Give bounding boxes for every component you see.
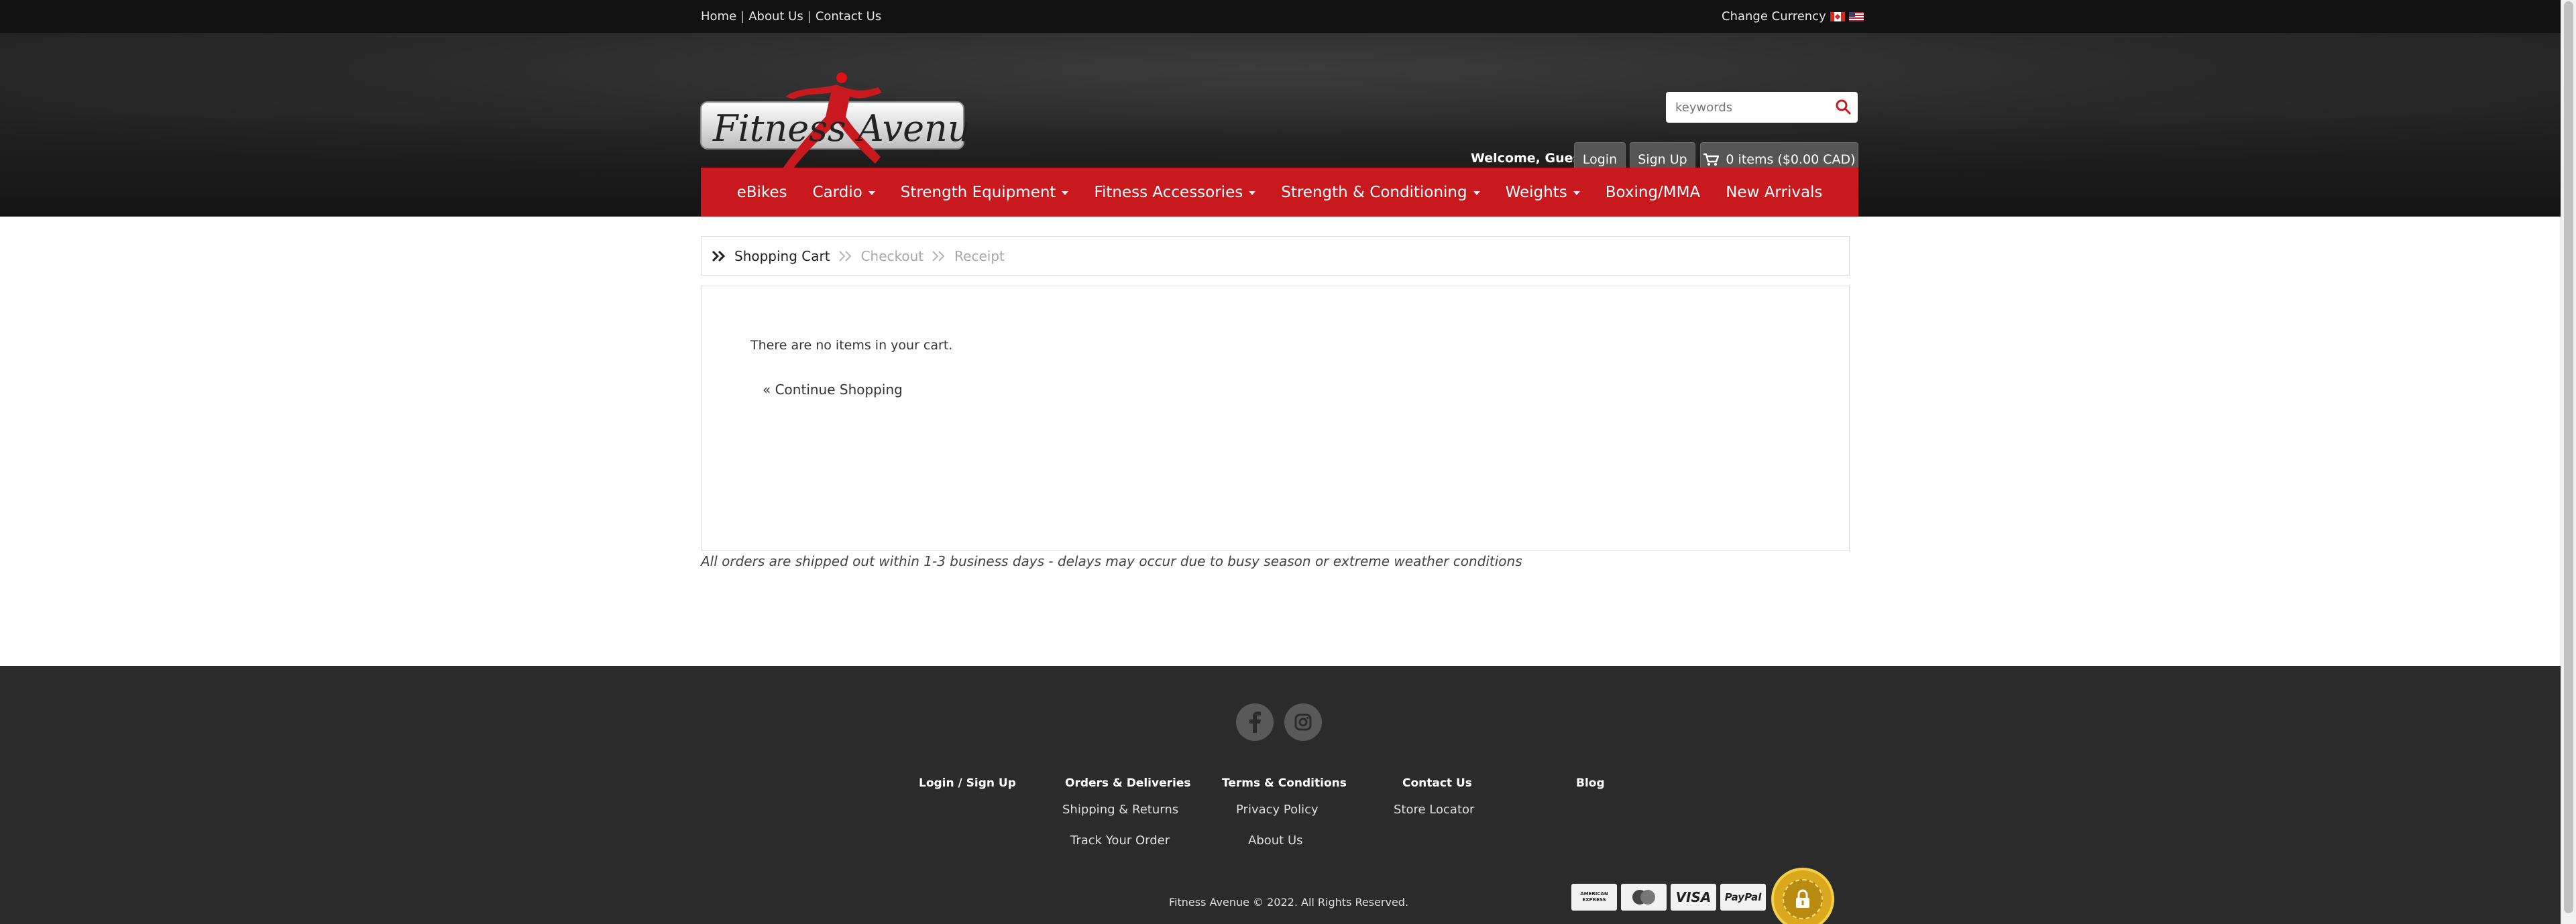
nav-item-label: Cardio [812, 183, 862, 201]
currency-label: Change Currency [1722, 9, 1826, 23]
footer-login-signup-link[interactable]: Login / Sign Up [919, 776, 1016, 790]
top-link-separator: | [740, 9, 745, 23]
cart-icon [1703, 153, 1720, 166]
main-nav: eBikes Cardio Strength Equipment Fitness… [701, 168, 1858, 217]
nav-item-strength-equipment[interactable]: Strength Equipment [888, 184, 1082, 201]
double-chevron-right-icon [932, 250, 946, 262]
search-input[interactable] [1675, 94, 1830, 121]
nav-item-label: Strength Equipment [900, 183, 1056, 201]
footer-blog-link[interactable]: Blog [1576, 776, 1605, 790]
top-link-about[interactable]: About Us [748, 9, 803, 23]
cart-panel: There are no items in your cart. « Conti… [701, 286, 1850, 551]
footer-link-shipping-returns[interactable]: Shipping & Returns [1062, 803, 1178, 817]
us-flag-icon[interactable] [1848, 11, 1864, 21]
double-chevron-right-icon [838, 250, 853, 262]
footer-orders-title: Orders & Deliveries [1065, 776, 1191, 790]
footer-link-privacy-policy[interactable]: Privacy Policy [1236, 803, 1319, 817]
step-checkout: Checkout [860, 247, 924, 264]
nav-item-label: eBikes [736, 183, 787, 201]
search-icon[interactable] [1835, 99, 1851, 115]
caret-down-icon [1249, 191, 1256, 195]
nav-item-ebikes[interactable]: eBikes [724, 184, 800, 201]
double-chevron-right-icon [712, 250, 726, 262]
site-footer: Login / Sign Up Orders & Deliveries Ship… [0, 666, 2561, 924]
empty-cart-message: There are no items in your cart. [750, 338, 953, 353]
amex-icon: AMERICAN EXPRESS [1571, 884, 1617, 911]
copyright-text: Fitness Avenue © 2022. All Rights Reserv… [1169, 896, 1409, 909]
amex-text: AMERICAN EXPRESS [1580, 891, 1608, 903]
step-receipt: Receipt [954, 247, 1005, 264]
footer-link-about-us[interactable]: About Us [1248, 833, 1303, 848]
facebook-icon[interactable] [1236, 703, 1274, 741]
nav-item-strength-conditioning[interactable]: Strength & Conditioning [1268, 184, 1492, 201]
footer-link-store-locator[interactable]: Store Locator [1394, 803, 1474, 817]
top-bar: Home | About Us | Contact Us Change Currency [0, 0, 2561, 33]
nav-item-weights[interactable]: Weights [1493, 184, 1593, 201]
canada-flag-icon[interactable] [1830, 11, 1845, 21]
footer-contact-link[interactable]: Contact Us [1402, 776, 1472, 790]
continue-shopping-link[interactable]: « Continue Shopping [763, 382, 903, 398]
top-link-home[interactable]: Home [701, 9, 736, 23]
nav-item-boxing-mma[interactable]: Boxing/MMA [1593, 184, 1714, 201]
paypal-icon: PayPal [1720, 884, 1766, 911]
welcome-text: Welcome, Guest [1471, 151, 1587, 166]
nav-item-label: Fitness Accessories [1094, 183, 1243, 201]
nav-item-cardio[interactable]: Cardio [800, 184, 888, 201]
nav-item-fitness-accessories[interactable]: Fitness Accessories [1081, 184, 1268, 201]
caret-down-icon [868, 191, 875, 195]
scrollbar-thumb[interactable] [2564, 1, 2573, 913]
mastercard-icon [1621, 884, 1667, 911]
nav-item-label: Weights [1505, 183, 1567, 201]
top-link-separator: | [807, 9, 811, 23]
nav-item-label: Strength & Conditioning [1281, 183, 1467, 201]
svg-text:Fitness Avenue: Fitness Avenue [712, 107, 968, 150]
instagram-icon[interactable] [1284, 703, 1322, 741]
nav-item-label: New Arrivals [1726, 183, 1823, 201]
currency-switcher: Change Currency [1722, 9, 1864, 23]
visa-icon: VISA [1671, 884, 1716, 911]
top-links: Home | About Us | Contact Us [701, 9, 881, 23]
footer-terms-link[interactable]: Terms & Conditions [1222, 776, 1347, 790]
step-shopping-cart: Shopping Cart [734, 247, 830, 264]
search-box [1666, 92, 1858, 123]
caret-down-icon [1473, 191, 1480, 195]
caret-down-icon [1573, 191, 1580, 195]
nav-item-new-arrivals[interactable]: New Arrivals [1713, 184, 1835, 201]
cart-summary: 0 items ($0.00 CAD) [1726, 152, 1856, 167]
nav-item-label: Boxing/MMA [1605, 183, 1701, 201]
caret-down-icon [1062, 191, 1069, 195]
security-seal-icon [1771, 868, 1834, 924]
footer-link-track-order[interactable]: Track Your Order [1070, 833, 1170, 848]
page-scrollbar[interactable] [2561, 0, 2576, 924]
checkout-steps: Shopping Cart Checkout Receipt [701, 236, 1850, 276]
top-link-contact[interactable]: Contact Us [816, 9, 881, 23]
shipping-note: All orders are shipped out within 1-3 bu… [701, 553, 1522, 569]
fitness-avenue-logo[interactable]: Fitness Avenue [699, 70, 968, 177]
